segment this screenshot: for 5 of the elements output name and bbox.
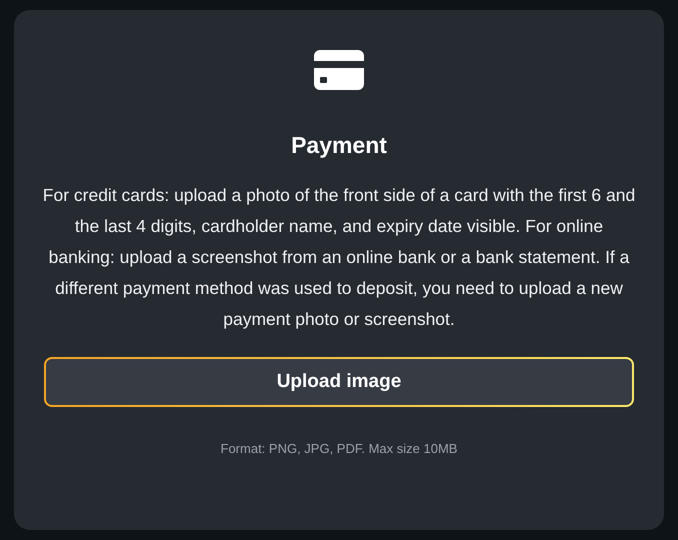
description-text: For credit cards: upload a photo of the front side of a card with the first 6 and the last 4 digits, cardholder name, and expiry date visible. For online banking: upload a screenshot from an online bank or a bank statement. If a different payment method was used to deposit, you need to upload a new payment photo or screenshot. [42,184,636,331]
credit-card-icon [314,50,364,90]
upload-image-button[interactable]: Upload image [44,357,634,407]
format-hint: Format: PNG, JPG, PDF. Max size 10MB [220,440,458,458]
card-title: Payment [291,131,387,160]
